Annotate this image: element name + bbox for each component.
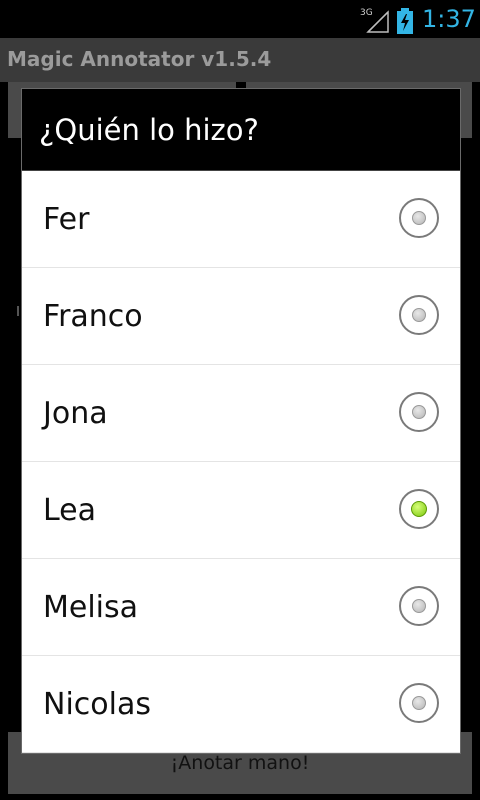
annotate-hand-label: ¡Anotar mano! xyxy=(170,752,310,774)
option-label: Jona xyxy=(43,396,108,431)
radio-button[interactable] xyxy=(399,392,439,432)
radio-button[interactable] xyxy=(399,295,439,335)
option-label: Franco xyxy=(43,299,143,334)
phone-screen: 3G 1:37 Magic Annotator v1.5.4 ¡Anotar m… xyxy=(0,0,480,800)
radio-button[interactable] xyxy=(399,586,439,626)
radio-dot-icon xyxy=(412,211,426,225)
option-label: Lea xyxy=(43,493,97,528)
radio-button[interactable] xyxy=(399,198,439,238)
option-item-lea[interactable]: Lea xyxy=(22,462,460,559)
option-item-fer[interactable]: Fer xyxy=(22,171,460,268)
option-item-franco[interactable]: Franco xyxy=(22,268,460,365)
option-label: Melisa xyxy=(43,590,139,625)
network-signal-icon: 3G xyxy=(360,8,390,34)
status-bar: 3G 1:37 xyxy=(0,0,480,38)
radio-dot-icon xyxy=(412,599,426,613)
radio-button-checked[interactable] xyxy=(399,489,439,529)
radio-dot-icon xyxy=(412,405,426,419)
battery-charging-icon xyxy=(396,8,414,34)
app-title-bar: Magic Annotator v1.5.4 xyxy=(0,38,480,82)
option-item-nicolas[interactable]: Nicolas xyxy=(22,656,460,753)
radio-button[interactable] xyxy=(399,683,439,723)
dialog-header: ¿Quién lo hizo? xyxy=(22,89,460,171)
signal-bars-icon xyxy=(366,10,389,33)
radio-dot-icon xyxy=(412,696,426,710)
clock-time: 1:37 xyxy=(422,5,476,33)
app-title: Magic Annotator v1.5.4 xyxy=(7,47,272,71)
option-item-melisa[interactable]: Melisa xyxy=(22,559,460,656)
dialog-title: ¿Quién lo hizo? xyxy=(39,113,259,147)
option-label: Fer xyxy=(43,202,90,237)
option-label: Nicolas xyxy=(43,687,151,722)
radio-dot-icon xyxy=(412,308,426,322)
option-list: Fer Franco Jona Lea Melisa Nicolas xyxy=(22,171,460,753)
who-did-it-dialog: ¿Quién lo hizo? Fer Franco Jona Lea Meli… xyxy=(21,88,461,754)
radio-dot-icon xyxy=(411,501,427,517)
option-item-jona[interactable]: Jona xyxy=(22,365,460,462)
